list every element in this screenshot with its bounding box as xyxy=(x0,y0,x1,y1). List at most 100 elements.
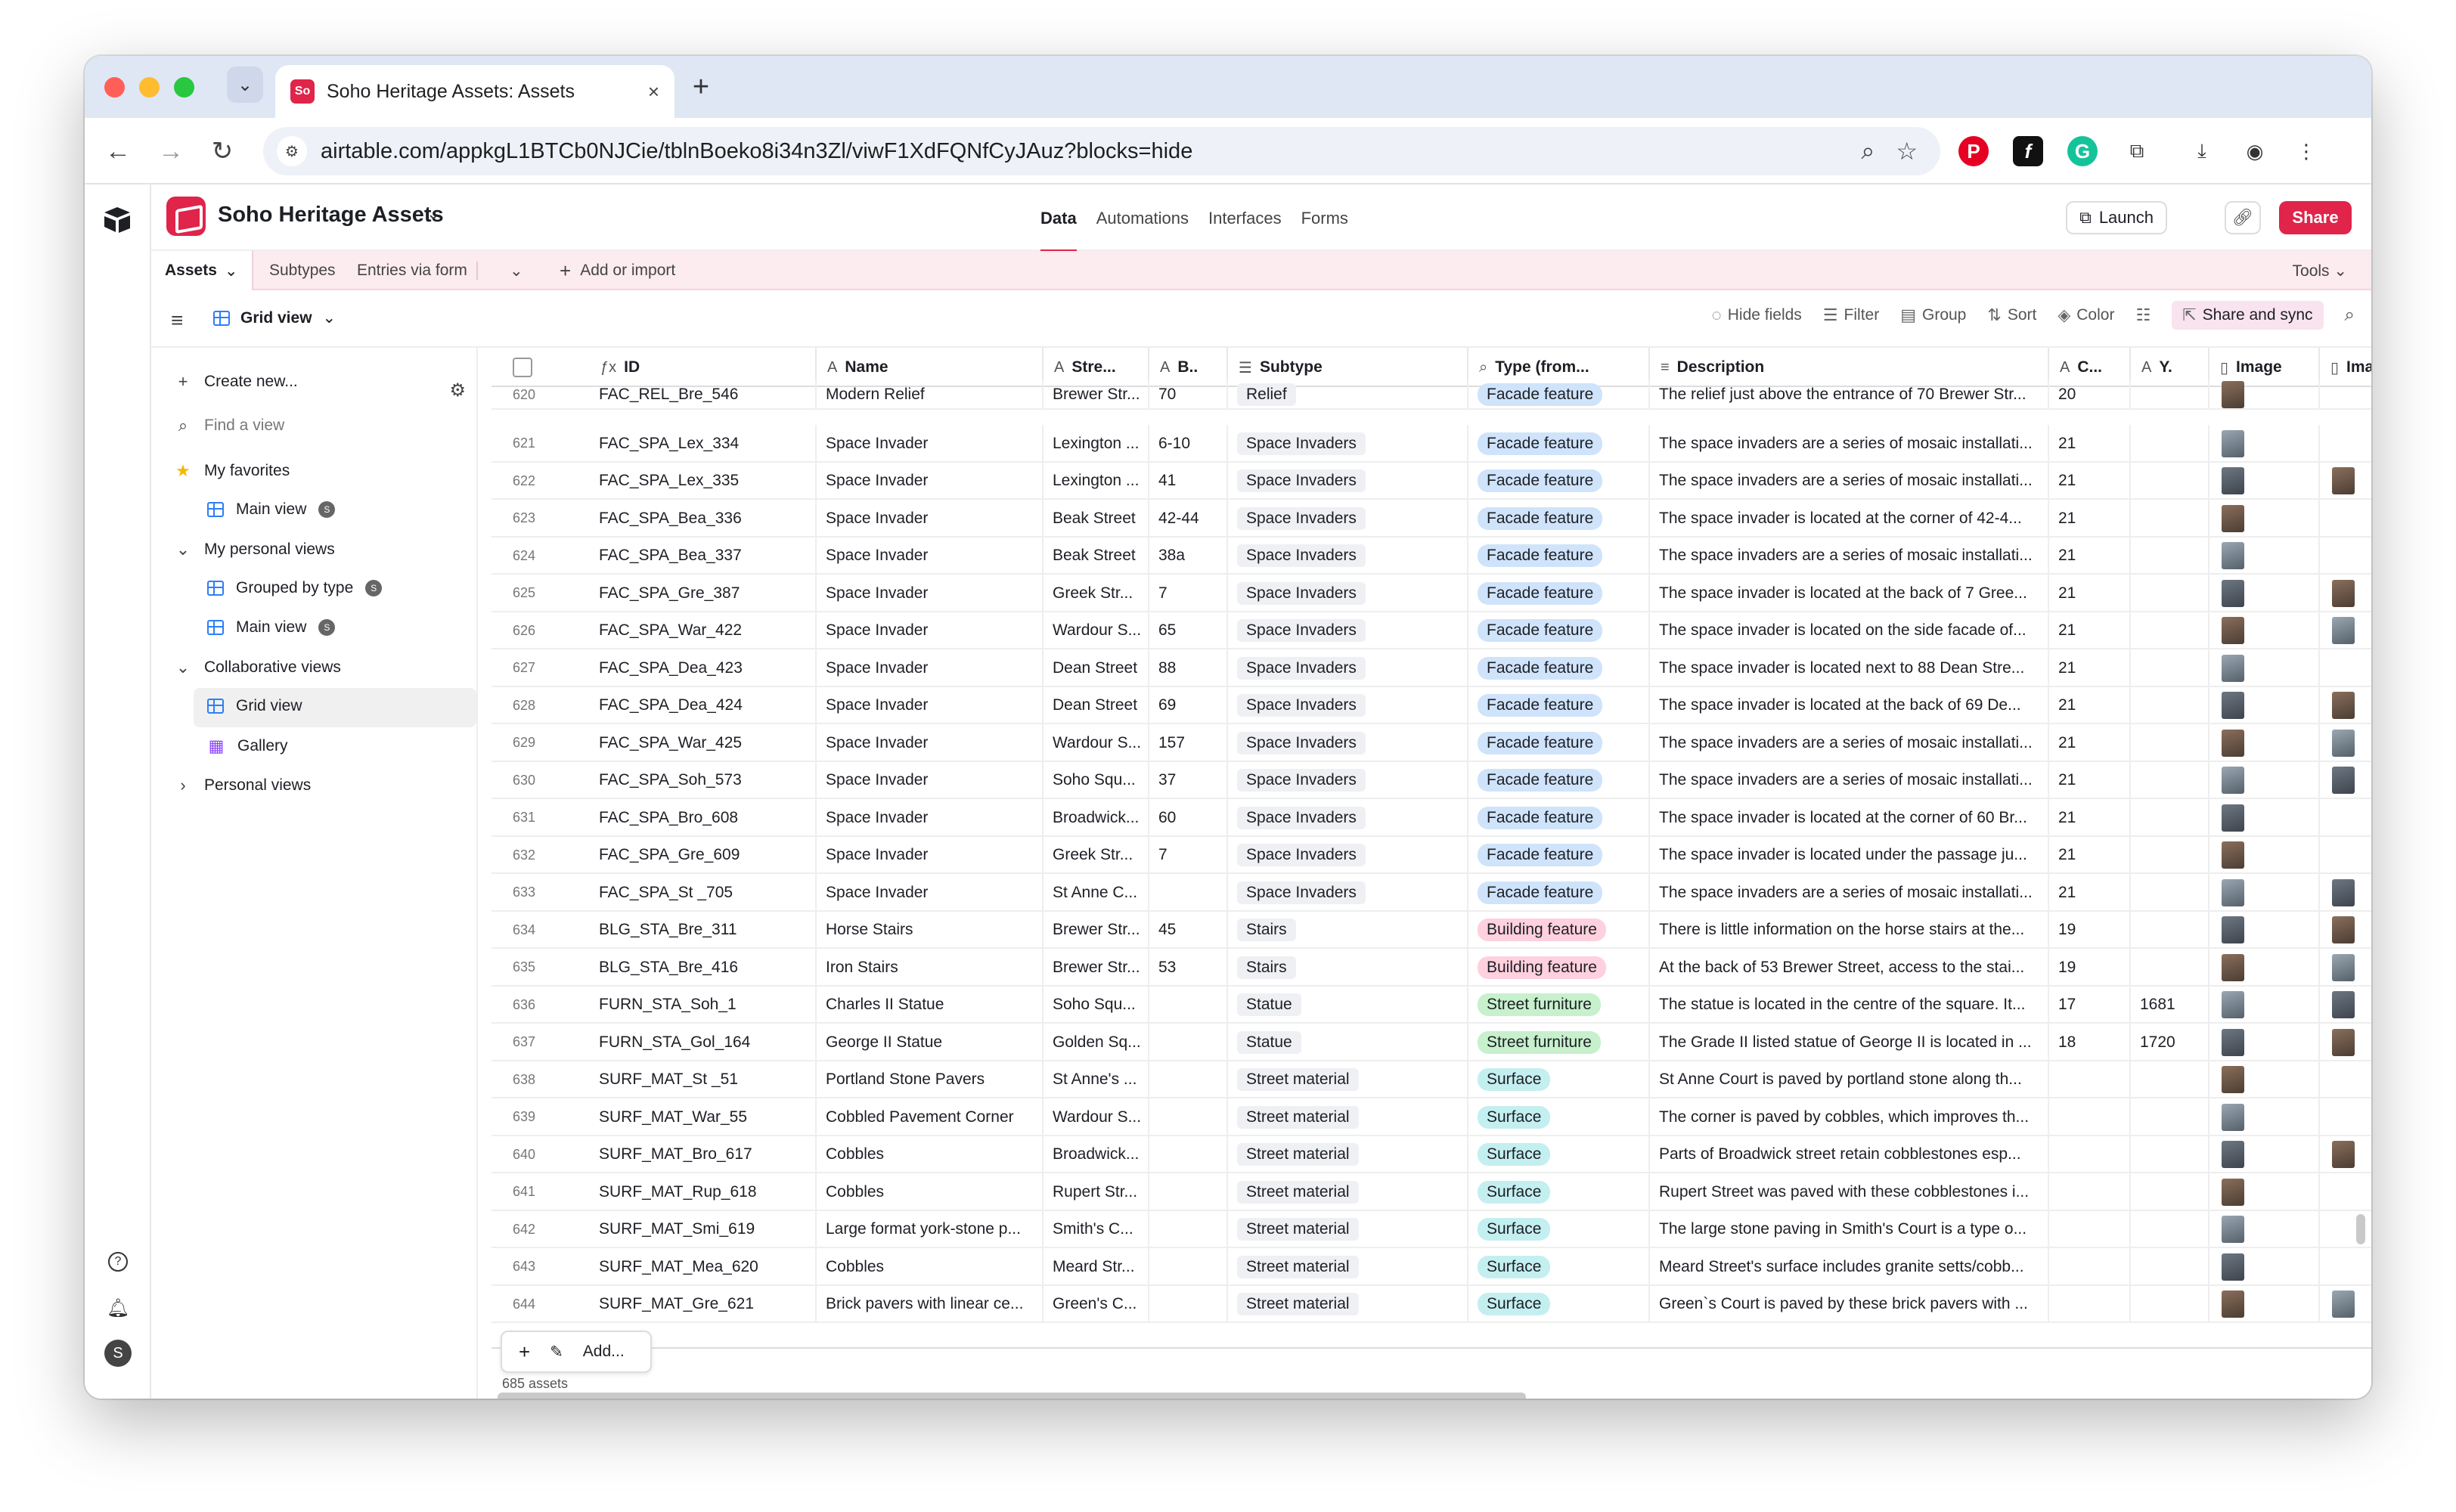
filter-button[interactable]: ☰ Filter xyxy=(1823,305,1879,325)
cell-c[interactable]: 21 xyxy=(2049,723,2131,762)
cell-street[interactable]: Brewer Str... xyxy=(1043,948,1149,987)
cell-street[interactable]: Dean Street xyxy=(1043,686,1149,724)
image-thumbnail[interactable] xyxy=(2222,617,2244,644)
cell-c[interactable]: 19 xyxy=(2049,911,2131,949)
sidebar-item-fav-main-view[interactable]: Main view S xyxy=(207,500,336,519)
cell-c[interactable]: 19 xyxy=(2049,948,2131,987)
collaborative-views-section[interactable]: ⌄ Collaborative views xyxy=(174,658,341,677)
cell-img[interactable] xyxy=(2209,761,2320,799)
cell-b[interactable]: 37 xyxy=(1149,761,1228,799)
cell-y[interactable] xyxy=(2131,1136,2209,1173)
cell-id[interactable]: FAC_SPA_Lex_334 xyxy=(590,424,817,463)
image-thumbnail[interactable] xyxy=(2332,692,2355,719)
table-row[interactable]: 643 SURF_MAT_Mea_620 Cobbles Meard Str... St… xyxy=(492,1247,2371,1286)
cell-desc[interactable]: The space invader is located at the back… xyxy=(1650,574,2049,612)
cell-subtype[interactable]: Street material xyxy=(1228,1210,1468,1248)
cell-name[interactable]: Space Invader xyxy=(817,723,1043,762)
cell-desc[interactable]: The space invader is located under the p… xyxy=(1650,836,2049,874)
cell-y[interactable] xyxy=(2131,836,2209,874)
cell-subtype[interactable]: Space Invaders xyxy=(1228,723,1468,762)
image-thumbnail[interactable] xyxy=(2222,991,2244,1018)
cell-id[interactable]: FAC_SPA_Gre_387 xyxy=(590,574,817,612)
cell-img[interactable] xyxy=(2209,612,2320,649)
cell-n[interactable]: 637 xyxy=(492,1024,590,1061)
cell-c[interactable]: 21 xyxy=(2049,686,2131,724)
cell-img2[interactable] xyxy=(2320,724,2371,762)
cell-n[interactable]: 620 xyxy=(492,380,590,410)
cell-street[interactable]: Greek Str... xyxy=(1043,836,1149,874)
image-thumbnail[interactable] xyxy=(2222,878,2244,906)
image-thumbnail[interactable] xyxy=(2222,504,2244,532)
cell-c[interactable]: 21 xyxy=(2049,424,2131,463)
airtable-logo-icon[interactable] xyxy=(101,204,133,236)
cell-desc[interactable]: The space invaders are a series of mosai… xyxy=(1650,462,2049,500)
cell-b[interactable]: 38a xyxy=(1149,537,1228,575)
image-thumbnail[interactable] xyxy=(2222,1028,2244,1056)
grammarly-extension-icon[interactable]: G xyxy=(2067,136,2098,166)
cell-subtype[interactable]: Space Invaders xyxy=(1228,424,1468,463)
bookmark-star-icon[interactable]: ☆ xyxy=(1896,137,1918,166)
cell-img2[interactable] xyxy=(2320,686,2371,724)
table-row[interactable]: 635 BLG_STA_Bre_416 Iron Stairs Brewer Str.… xyxy=(492,948,2371,987)
image-thumbnail[interactable] xyxy=(2332,916,2355,943)
cell-b[interactable] xyxy=(1149,1023,1228,1061)
create-new-button[interactable]: + Create new... xyxy=(174,372,298,392)
cell-y[interactable] xyxy=(2131,1247,2209,1286)
cell-id[interactable]: FAC_SPA_Dea_424 xyxy=(590,686,817,724)
cell-id[interactable]: FAC_SPA_Bro_608 xyxy=(590,798,817,837)
cell-name[interactable]: Space Invader xyxy=(817,499,1043,538)
cell-type[interactable]: Surface xyxy=(1468,1098,1650,1136)
table-tab-subtypes[interactable]: Subtypes xyxy=(269,251,336,290)
cell-b[interactable]: 65 xyxy=(1149,612,1228,649)
cell-type[interactable]: Facade feature xyxy=(1468,574,1650,612)
cell-id[interactable]: SURF_MAT_Rup_618 xyxy=(590,1173,817,1211)
cell-img[interactable] xyxy=(2209,986,2320,1024)
cell-desc[interactable]: The space invader is located next to 88 … xyxy=(1650,649,2049,687)
cell-id[interactable]: SURF_MAT_Smi_619 xyxy=(590,1210,817,1248)
cell-desc[interactable]: The relief just above the entrance of 70… xyxy=(1650,380,2049,410)
cell-img2[interactable] xyxy=(2320,537,2371,575)
cell-img[interactable] xyxy=(2209,911,2320,949)
site-info-icon[interactable]: ⚙ xyxy=(277,136,307,166)
cell-id[interactable]: SURF_MAT_Gre_621 xyxy=(590,1285,817,1323)
nav-forms[interactable]: Forms xyxy=(1301,209,1348,228)
table-row[interactable]: 627 FAC_SPA_Dea_423 Space Invader Dean Stre… xyxy=(492,649,2371,687)
cell-desc[interactable]: The Grade II listed statue of George II … xyxy=(1650,1023,2049,1061)
cell-n[interactable]: 634 xyxy=(492,911,590,949)
cell-desc[interactable]: Green`s Court is paved by these brick pa… xyxy=(1650,1285,2049,1323)
cell-subtype[interactable]: Statue xyxy=(1228,1023,1468,1061)
cell-street[interactable]: St Anne C... xyxy=(1043,873,1149,912)
cell-img2[interactable] xyxy=(2320,575,2371,612)
cell-c[interactable] xyxy=(2049,1173,2131,1211)
cell-y[interactable] xyxy=(2131,1285,2209,1323)
cell-name[interactable]: Cobbled Pavement Corner xyxy=(817,1098,1043,1136)
cell-c[interactable]: 20 xyxy=(2049,380,2131,410)
cell-subtype[interactable]: Space Invaders xyxy=(1228,649,1468,687)
cell-n[interactable]: 627 xyxy=(492,649,590,687)
cell-b[interactable]: 157 xyxy=(1149,723,1228,762)
cell-y[interactable] xyxy=(2131,499,2209,538)
cell-name[interactable]: George II Statue xyxy=(817,1023,1043,1061)
cell-n[interactable]: 628 xyxy=(492,686,590,724)
cell-street[interactable]: Greek Str... xyxy=(1043,574,1149,612)
new-tab-button[interactable]: + xyxy=(684,70,718,104)
cell-street[interactable]: Wardour S... xyxy=(1043,612,1149,649)
nav-automations[interactable]: Automations xyxy=(1096,209,1189,228)
nav-data[interactable]: Data xyxy=(1040,209,1077,253)
image-thumbnail[interactable] xyxy=(2332,467,2355,494)
cell-c[interactable]: 21 xyxy=(2049,798,2131,837)
view-switcher[interactable]: Grid view ⌄ xyxy=(213,308,336,327)
cell-n[interactable]: 644 xyxy=(492,1285,590,1323)
my-personal-views-section[interactable]: ⌄ My personal views xyxy=(174,540,335,559)
image-thumbnail[interactable] xyxy=(2332,1290,2355,1318)
cell-img2[interactable] xyxy=(2320,986,2371,1024)
table-row[interactable]: 634 BLG_STA_Bre_311 Horse Stairs Brewer Str… xyxy=(492,911,2371,949)
table-row[interactable]: 630 FAC_SPA_Soh_573 Space Invader Soho Squ.… xyxy=(492,761,2371,799)
cell-street[interactable]: Broadwick... xyxy=(1043,1136,1149,1173)
cell-subtype[interactable]: Space Invaders xyxy=(1228,798,1468,837)
cell-n[interactable]: 635 xyxy=(492,949,590,987)
cell-subtype[interactable]: Street material xyxy=(1228,1061,1468,1098)
cell-b[interactable] xyxy=(1149,1061,1228,1098)
cell-name[interactable]: Space Invader xyxy=(817,612,1043,649)
cell-img[interactable] xyxy=(2209,380,2320,410)
